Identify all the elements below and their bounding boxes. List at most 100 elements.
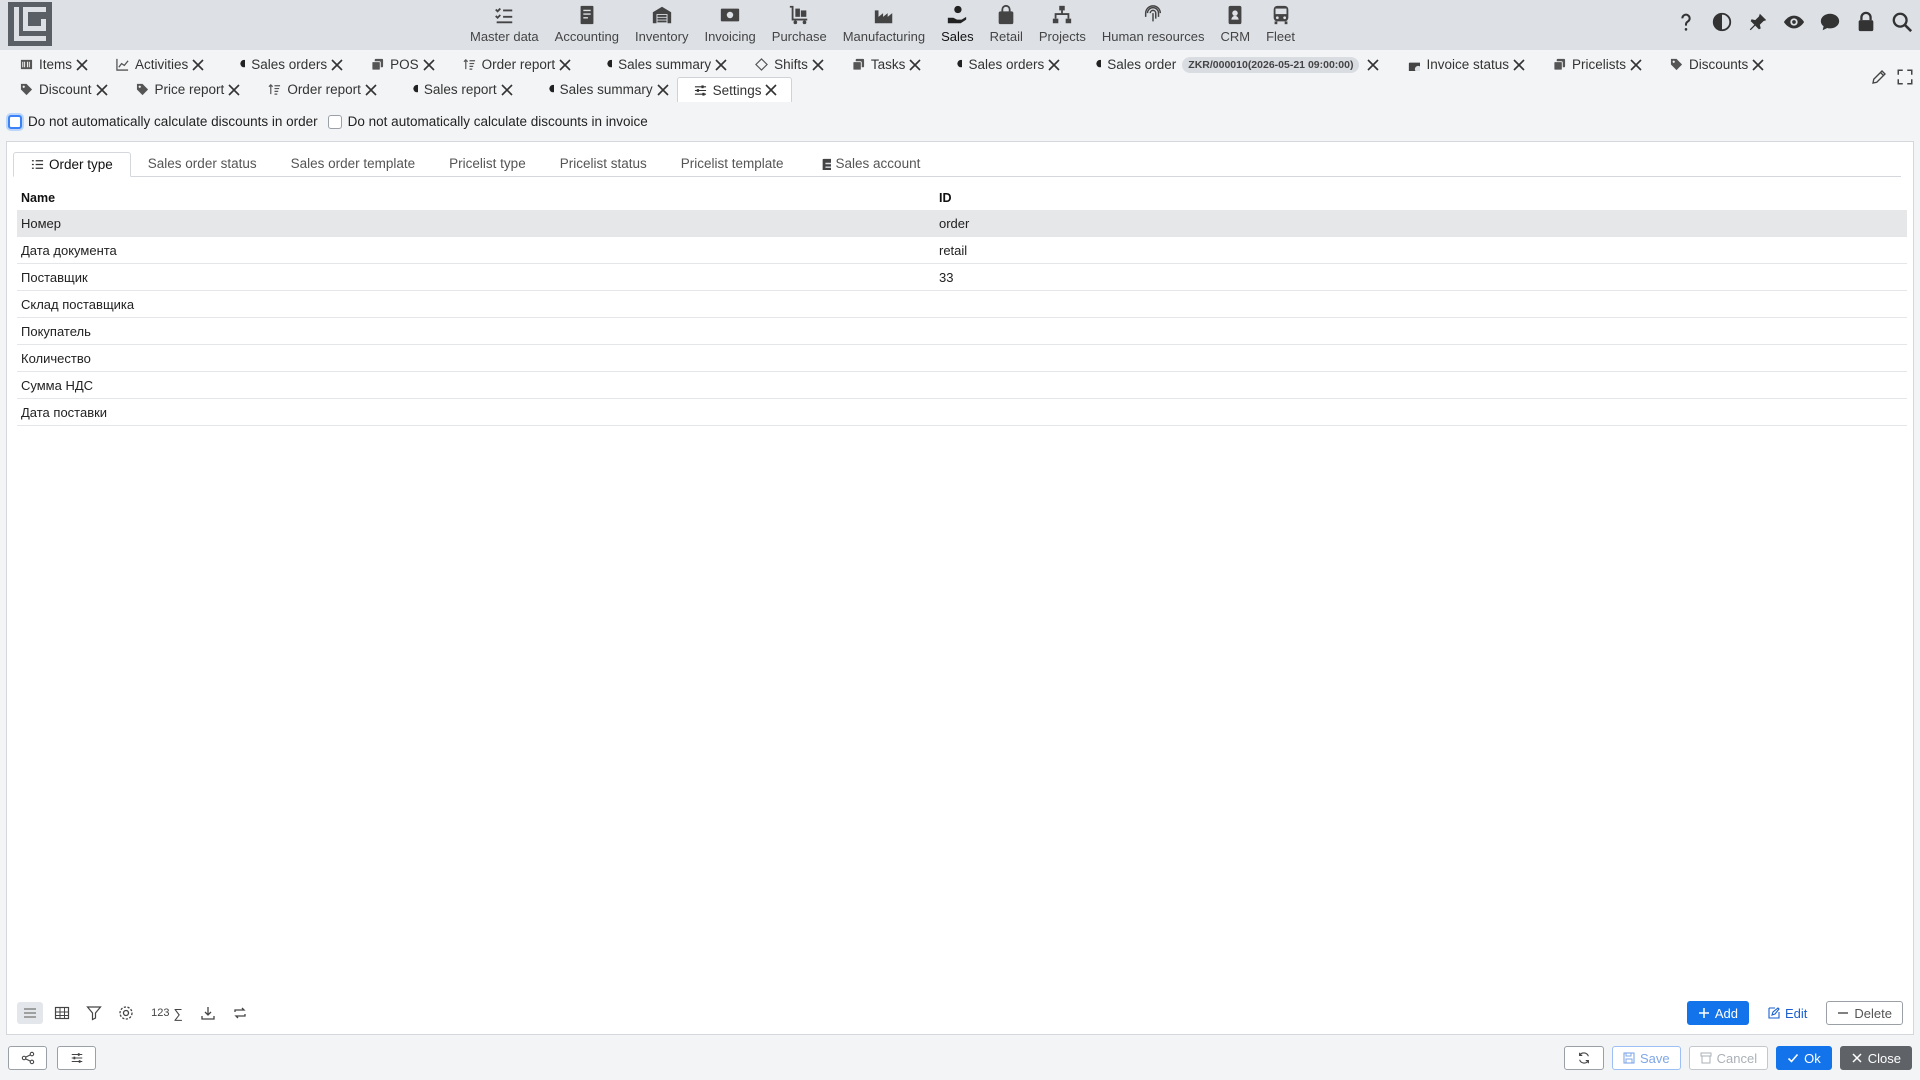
document-tab-pricelists[interactable]: Pricelists [1533,52,1650,77]
document-tab-invoice-status[interactable]: Invoice status [1387,52,1533,77]
app-logo-icon[interactable] [8,2,52,46]
document-tab-activities[interactable]: Activities [96,52,212,77]
invoice-discount-option[interactable]: Do not automatically calculate discounts… [327,114,648,129]
contrast-icon[interactable] [1710,10,1734,34]
document-tab-settings[interactable]: Settings [676,77,793,102]
refresh-button[interactable] [1564,1046,1605,1070]
close-tab-icon[interactable] [226,82,242,98]
sub-tab-pricelist-template[interactable]: Pricelist template [664,151,801,176]
document-tab-pos[interactable]: POS [351,52,443,77]
module-fleet[interactable]: Fleet [1258,0,1303,50]
close-tab-icon[interactable] [499,82,515,98]
document-tab-sales-report[interactable]: Sales report [385,77,521,102]
document-tab-discount[interactable]: Discount [0,77,116,102]
delete-button[interactable]: Delete [1826,1001,1903,1025]
close-button[interactable]: Close [1839,1046,1912,1070]
table-row[interactable]: Дата документа retail [17,237,1907,264]
close-tab-icon[interactable] [329,57,345,73]
module-crm[interactable]: CRM [1212,0,1258,50]
module-label: Master data [470,29,539,44]
close-tab-icon[interactable] [1750,57,1766,73]
module-accounting[interactable]: Accounting [547,0,627,50]
sub-tab-sales-order-template[interactable]: Sales order template [274,151,433,176]
options-button[interactable] [57,1046,96,1070]
close-tab-icon[interactable] [907,57,923,73]
sub-tab-order-type[interactable]: Order type [13,152,131,177]
module-retail[interactable]: Retail [982,0,1031,50]
table-row[interactable]: Покупатель [17,318,1907,345]
document-tab-items[interactable]: Items [0,52,96,77]
close-tab-icon[interactable] [1628,57,1644,73]
close-tab-icon[interactable] [713,57,729,73]
document-tab-tasks[interactable]: Tasks [832,52,930,77]
save-button[interactable]: Save [1612,1046,1681,1070]
pin-icon[interactable] [1746,10,1770,34]
lock-icon[interactable] [1854,10,1878,34]
table-row[interactable]: Номер order [17,210,1907,237]
sub-tab-pricelist-type[interactable]: Pricelist type [432,151,543,176]
help-icon[interactable] [1674,10,1698,34]
close-tab-icon[interactable] [1511,57,1527,73]
module-sales[interactable]: Sales [933,0,982,50]
table-row[interactable]: Сумма НДС [17,372,1907,399]
close-tab-icon[interactable] [94,82,110,98]
close-tab-icon[interactable] [363,82,379,98]
document-tab-sales-order[interactable]: Sales order ZKR/000010(2026-05-21 09:00:0… [1068,52,1387,77]
document-tab-discounts[interactable]: Discounts [1650,52,1772,77]
add-button[interactable]: Add [1686,1001,1750,1025]
close-tab-icon[interactable] [1046,57,1062,73]
totals-button[interactable]: 123 ∑ [145,1002,189,1024]
share-button[interactable] [8,1046,47,1070]
sub-tab-sales-order-status[interactable]: Sales order status [131,151,274,176]
close-tab-icon[interactable] [655,82,671,98]
close-tab-icon[interactable] [421,57,437,73]
module-human-resources[interactable]: Human resources [1094,0,1213,50]
export-button[interactable] [195,1002,221,1024]
document-tab-shifts[interactable]: Shifts [735,52,832,77]
pencil-icon[interactable] [1870,68,1888,86]
close-tab-icon[interactable] [74,57,90,73]
search-icon[interactable] [1890,10,1914,34]
module-master-data[interactable]: Master data [462,0,547,50]
table-row[interactable]: Поставщик 33 [17,264,1907,291]
ok-button[interactable]: Ok [1776,1046,1832,1070]
document-tab-order-report[interactable]: Order report [248,77,385,102]
cancel-button[interactable]: Cancel [1688,1046,1769,1070]
list-view-button[interactable] [17,1002,43,1024]
document-tab-sales-orders[interactable]: Sales orders [929,52,1068,77]
column-header-id[interactable]: ID [935,191,1907,205]
eye-icon[interactable] [1782,10,1806,34]
close-tab-icon[interactable] [763,82,779,98]
close-tab-icon[interactable] [190,57,206,73]
fingerprint-icon [1145,5,1162,22]
sub-tab-sales-account[interactable]: Sales account [801,151,938,176]
table-row[interactable]: Дата поставки [17,399,1907,426]
document-tab-sales-summary[interactable]: Sales summary [579,52,735,77]
document-tab-price-report[interactable]: Price report [116,77,249,102]
document-tab-sales-orders[interactable]: Sales orders [212,52,351,77]
filter-button[interactable] [81,1002,107,1024]
column-header-name[interactable]: Name [17,191,935,205]
grid-settings-button[interactable] [113,1002,139,1024]
module-projects[interactable]: Projects [1031,0,1094,50]
order-discount-checkbox[interactable] [8,114,22,129]
table-row[interactable]: Количество [17,345,1907,372]
module-invoicing[interactable]: Invoicing [696,0,763,50]
close-tab-icon[interactable] [557,57,573,73]
document-tab-sales-summary[interactable]: Sales summary [521,77,677,102]
reload-button[interactable] [227,1002,253,1024]
module-manufacturing[interactable]: Manufacturing [835,0,933,50]
sub-tab-pricelist-status[interactable]: Pricelist status [543,151,664,176]
chat-icon[interactable] [1818,10,1842,34]
module-purchase[interactable]: Purchase [764,0,835,50]
edit-button[interactable]: Edit [1757,1001,1818,1025]
close-tab-icon[interactable] [1365,57,1381,73]
invoice-discount-checkbox[interactable] [327,114,342,129]
table-row[interactable]: Склад поставщика [17,291,1907,318]
module-inventory[interactable]: Inventory [627,0,696,50]
order-discount-option[interactable]: Do not automatically calculate discounts… [8,114,318,129]
table-view-button[interactable] [49,1002,75,1024]
close-tab-icon[interactable] [810,57,826,73]
document-tab-order-report[interactable]: Order report [443,52,580,77]
expand-icon[interactable] [1896,68,1914,86]
